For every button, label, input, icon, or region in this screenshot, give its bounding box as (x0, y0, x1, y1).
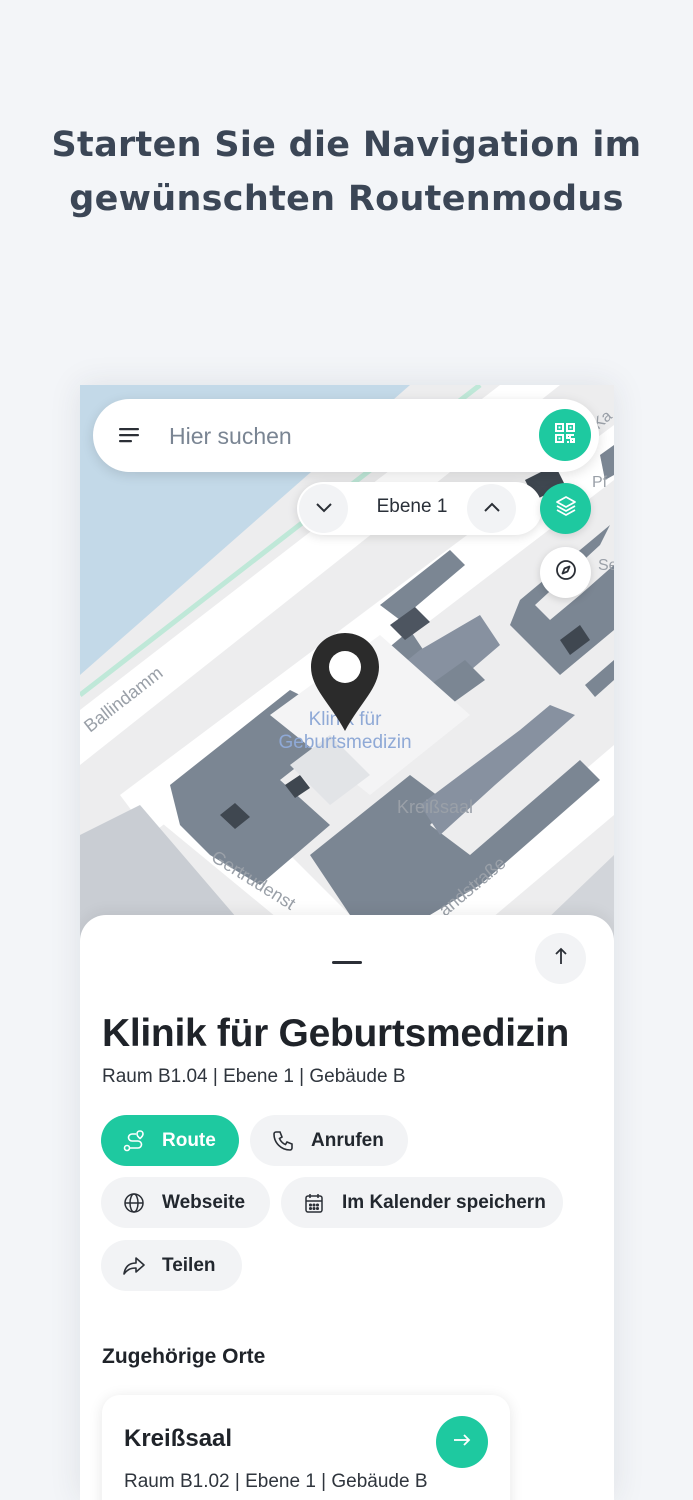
map-poi-label-line-2: Geburtsmedizin (278, 732, 411, 753)
expand-sheet-button[interactable] (535, 933, 586, 984)
headline-line-1: Starten Sie die Navigation im (51, 125, 642, 165)
search-bar[interactable] (93, 399, 599, 472)
headline-line-2: gewünschten Routenmodus (69, 179, 624, 219)
place-subtitle: Raum B1.04 | Ebene 1 | Gebäude B (102, 1066, 406, 1087)
app-screen: Ballindamm Gertrudenst andstraße Pf Se K… (80, 385, 614, 1500)
route-icon (122, 1129, 146, 1153)
headline: Starten Sie die Navigation im gewünschte… (0, 118, 693, 226)
arrow-up-icon (553, 946, 569, 971)
compass-button[interactable] (540, 547, 591, 598)
calendar-button-label: Im Kalender speichern (342, 1191, 546, 1213)
place-detail-sheet: Klinik für Geburtsmedizin Raum B1.04 | E… (80, 915, 614, 1500)
related-place-subtitle: Raum B1.02 | Ebene 1 | Gebäude B (124, 1471, 428, 1492)
related-places-heading: Zugehörige Orte (102, 1345, 266, 1368)
call-button[interactable]: Anrufen (250, 1115, 408, 1166)
related-place-title: Kreißsaal (124, 1425, 233, 1452)
route-button-label: Route (162, 1129, 216, 1151)
street-label: Se (598, 557, 614, 574)
floor-up-button[interactable] (467, 484, 516, 533)
website-button[interactable]: Webseite (101, 1177, 270, 1228)
share-button-label: Teilen (162, 1254, 216, 1276)
compass-icon (555, 559, 577, 586)
sheet-drag-handle[interactable] (332, 961, 362, 964)
search-input[interactable] (167, 415, 511, 457)
map-room-label: Kreißsaal (397, 797, 473, 817)
floor-selector: Ebene 1 (297, 482, 542, 535)
floor-down-button[interactable] (299, 484, 348, 533)
place-title: Klinik für Geburtsmedizin (102, 1012, 570, 1055)
qr-scan-button[interactable] (539, 409, 591, 461)
chevron-down-icon (315, 500, 333, 518)
share-button[interactable]: Teilen (101, 1240, 242, 1291)
website-button-label: Webseite (162, 1191, 246, 1213)
floor-label: Ebene 1 (376, 496, 448, 517)
calendar-button[interactable]: Im Kalender speichern (281, 1177, 563, 1228)
route-button[interactable]: Route (101, 1115, 239, 1166)
share-arrow-icon (122, 1254, 146, 1278)
open-related-place-button[interactable] (436, 1416, 488, 1468)
qr-code-icon (554, 422, 576, 449)
layers-button[interactable] (540, 483, 591, 534)
related-place-card[interactable]: Kreißsaal Raum B1.02 | Ebene 1 | Gebäude… (102, 1395, 510, 1500)
hamburger-menu-icon[interactable] (119, 425, 141, 445)
call-button-label: Anrufen (311, 1129, 384, 1151)
phone-icon (271, 1129, 295, 1153)
calendar-icon (302, 1191, 326, 1215)
globe-icon (122, 1191, 146, 1215)
layers-icon (555, 495, 577, 522)
street-label: Pf (592, 474, 608, 491)
chevron-up-icon (483, 500, 501, 518)
arrow-right-icon (452, 1432, 472, 1453)
